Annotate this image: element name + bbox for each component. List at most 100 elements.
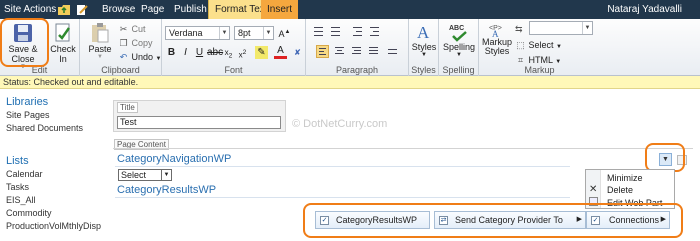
styles-group: A Styles ▼ Styles [409,19,439,76]
nav-heading-lists[interactable]: Lists [6,155,116,168]
undo-label: Undo [131,52,154,62]
grow-font-icon[interactable]: A▲ [278,26,291,39]
chevron-down-icon: ▼ [161,170,171,180]
save-close-highlight [0,18,49,67]
font-family-value: Verdana [169,28,203,38]
cut-label: Cut [131,24,146,34]
web-part-title-rule [115,197,570,198]
quick-launch: Libraries Site Pages Shared Documents Li… [6,96,116,233]
undo-icon: ↶ [119,52,128,62]
chevron-down-icon: ▼ [219,27,229,39]
styles-icon: A [417,23,430,42]
markup-icon: <P>A [489,25,502,38]
styles-button[interactable]: A Styles ▼ [411,22,437,58]
status-bar: Status: Checked out and editable. [0,76,700,89]
font-color-icon[interactable]: A [274,46,287,59]
select-label: Select [528,40,554,50]
numbered-list-icon[interactable] [329,25,342,38]
clipboard-group: Paste ▼ ✂ Cut ❐ Copy ↶ Undo ▼ Clipboard [80,19,162,76]
nav-item-tasks[interactable]: Tasks [6,181,116,194]
spelling-label: Spelling [442,42,476,52]
copy-button[interactable]: ❐ Copy [118,37,152,49]
watermark: © DotNetCurry.com [292,118,388,130]
delete-icon: ✕ [589,184,598,195]
markup-styles-button[interactable]: <P> A Markup Styles [482,22,512,56]
language-icon[interactable]: ⇆ [515,23,523,35]
web-part-title-navigation[interactable]: CategoryNavigationWP [117,153,231,165]
chevron-down-icon: ▼ [582,22,592,34]
spelling-group: ABC Spelling ▼ Spelling [439,19,479,76]
nav-item-calendar[interactable]: Calendar [6,168,116,181]
category-select[interactable]: Select ▼ [118,169,172,181]
nav-item-eis-all[interactable]: EIS_All [6,194,116,207]
paste-label: Paste [88,44,112,54]
paste-icon [92,23,109,43]
styles-group-label: Styles [411,65,436,75]
copy-icon: ❐ [119,38,128,48]
menu-item-minimize[interactable]: Minimize [607,173,643,183]
superscript-button[interactable]: x2 [236,46,249,60]
align-center-icon[interactable] [333,45,346,58]
chevron-down-icon: ▼ [456,52,462,58]
clear-format-icon[interactable]: ✘ [291,46,304,59]
markup-group: <P> A Markup Styles ⇆ ▼ ⬚ Select ▼ ⌗ HTML… [479,19,600,76]
tab-publish[interactable]: Publish [168,0,213,19]
check-in-label: Check In [50,44,76,64]
select-button[interactable]: ⬚ Select ▼ [515,39,562,51]
align-left-icon[interactable] [316,45,329,58]
menu-item-delete[interactable]: Delete [607,185,633,195]
title-field-container: Title Test [113,100,286,132]
web-part-title-results[interactable]: CategoryResultsWP [117,184,216,196]
nav-item-site-pages[interactable]: Site Pages [6,109,116,122]
connections-highlight [303,203,683,238]
bulleted-list-icon[interactable] [312,25,325,38]
font-family-select[interactable]: Verdana ▼ [165,26,230,40]
title-field-label: Title [117,102,138,113]
paragraph-group-label: Paragraph [335,65,379,75]
undo-button[interactable]: ↶ Undo ▼ [118,51,162,63]
cut-button[interactable]: ✂ Cut [118,23,146,35]
align-right-icon[interactable] [350,45,363,58]
decrease-indent-icon[interactable] [351,25,364,38]
underline-button[interactable]: U [193,46,206,59]
category-select-value: Select [121,170,147,180]
markup-group-label: Markup [524,65,555,75]
check-in-button[interactable]: Check In [48,22,78,64]
html-label: HTML [528,55,553,65]
spelling-check-icon: ABC [449,25,467,42]
increase-indent-icon[interactable] [368,25,381,38]
nav-item-shared-documents[interactable]: Shared Documents [6,122,116,135]
site-actions-label: Site Actions [4,4,57,15]
paste-button[interactable]: Paste ▼ [87,22,113,60]
title-input[interactable]: Test [117,116,281,129]
nav-item-production[interactable]: ProductionVolMthlyDisp [6,220,116,233]
check-in-icon [55,23,71,42]
chevron-down-icon: ▼ [421,52,427,58]
font-group: Verdana ▼ 8pt ▼ A▲ B I U abc x2 x2 ✎ A ✘ F… [162,19,306,76]
site-actions-menu[interactable]: Site Actions▼ [4,0,65,19]
spelling-button[interactable]: ABC Spelling ▼ [442,22,476,58]
svg-text:ABC: ABC [449,25,464,32]
spelling-group-label: Spelling [442,65,475,75]
subscript-button[interactable]: x2 [222,46,235,60]
ribbon: Save & Close ▼ Check In Edit Paste ▼ ✂ C… [0,19,700,76]
tab-insert[interactable]: Insert [261,0,299,19]
justify-icon[interactable] [367,45,380,58]
nav-item-commodity[interactable]: Commodity [6,207,116,220]
font-size-select[interactable]: 8pt ▼ [234,26,274,40]
nav-heading-libraries[interactable]: Libraries [6,96,116,109]
italic-button[interactable]: I [179,46,192,59]
ltr-icon[interactable] [386,45,399,58]
markup-dropdown[interactable]: ▼ [529,21,593,35]
bold-button[interactable]: B [165,46,178,59]
chevron-down-icon: ▼ [97,54,103,60]
user-name[interactable]: Nataraj Yadavalli [607,0,682,19]
font-group-label: Font [224,65,243,75]
highlight-color-icon[interactable]: ✎ [255,46,268,59]
navigate-up-icon[interactable] [58,4,70,15]
markup-styles-label-2: Styles [484,46,510,56]
chevron-down-icon: ▼ [556,44,562,50]
strikethrough-button[interactable]: abc [207,46,223,59]
edit-page-icon[interactable] [76,4,88,15]
tab-page[interactable]: Page [135,0,170,19]
